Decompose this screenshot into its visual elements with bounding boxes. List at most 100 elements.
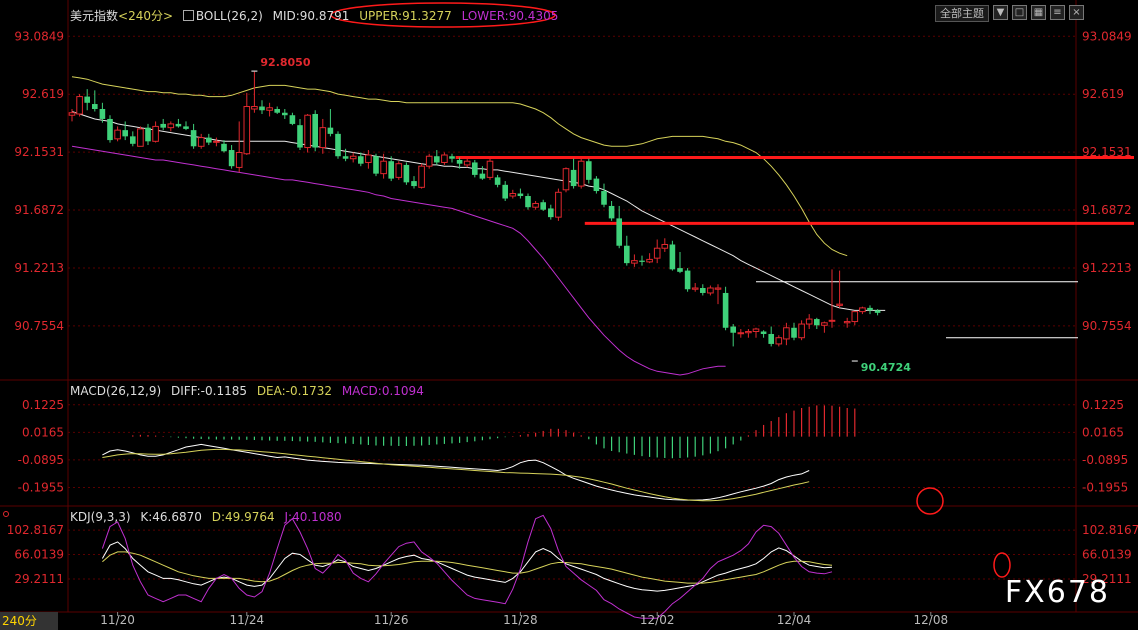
chart-canvas: 93.0849 93.0849 92.619 92.619 92.1531 92.1531… xyxy=(0,0,1138,627)
candle-body-up xyxy=(752,328,760,332)
dea-value: DEA:-0.1732 xyxy=(256,384,332,398)
chevron-down-icon[interactable]: ▼ xyxy=(993,5,1008,20)
x-tick-label: 12/04 xyxy=(777,613,812,627)
candle-body-down xyxy=(274,109,280,113)
theme-button[interactable]: 全部主题 xyxy=(935,5,989,22)
candle-body-up xyxy=(167,123,175,129)
candle-body-up xyxy=(562,168,570,191)
candle-body-up xyxy=(737,332,745,335)
x-tick-label: 11/20 xyxy=(100,613,135,627)
candle-body-down xyxy=(616,218,622,246)
candle-body-down xyxy=(388,161,394,179)
lower-value: LOWER:90.4305 xyxy=(461,9,559,23)
candle-body-down xyxy=(624,245,630,264)
candle-body-down xyxy=(525,196,531,208)
macd-tick-label-left: -0.1955 xyxy=(18,481,64,495)
j-value: J:40.1080 xyxy=(284,510,342,524)
candle-body-up xyxy=(349,155,357,160)
price-tick-label-left: 91.6872 xyxy=(14,203,64,217)
candle-body-down xyxy=(373,156,379,174)
candle-body-up xyxy=(646,258,653,263)
main-header: 美元指数<240分> BOLL(26,2) MID:90.8791 UPPER:… xyxy=(70,7,564,24)
candle-body-down xyxy=(456,159,463,164)
candle-body-down xyxy=(472,162,478,175)
candle-body-up xyxy=(251,106,258,110)
candle-body-up xyxy=(798,323,805,339)
macd-tick-label-right: -0.0895 xyxy=(1082,453,1128,467)
candle-body-up xyxy=(365,154,372,163)
candle-body-up xyxy=(463,160,471,166)
kdj-tick-label-left: 66.0139 xyxy=(14,548,64,562)
candle-body-down xyxy=(730,326,736,333)
diff-value: DIFF:-0.1185 xyxy=(170,384,247,398)
price-tick-label-right: 91.2213 xyxy=(1082,261,1132,275)
candle-body-down xyxy=(517,193,524,197)
candle-body-down xyxy=(760,331,767,334)
candle-body-up xyxy=(745,330,752,334)
macd-tick-label-left: -0.0895 xyxy=(18,453,64,467)
candle-body-up xyxy=(631,260,638,264)
candle-body-down xyxy=(297,125,303,148)
candle-body-down xyxy=(130,136,136,144)
candle-body-down xyxy=(434,156,440,163)
candle-body-down xyxy=(586,161,592,180)
period-tab[interactable]: 240分 xyxy=(0,612,58,630)
kdj-label: KDJ(9,3,3) xyxy=(70,510,131,524)
candle-body-down xyxy=(502,184,508,199)
price-tick-label-left: 90.7554 xyxy=(14,319,64,333)
kdj-tick-label-left: 102.8167 xyxy=(7,523,64,537)
candle-body-up xyxy=(319,127,327,149)
kdj-tick-label-left: 29.2111 xyxy=(14,572,64,586)
candle-body-down xyxy=(228,150,235,167)
candle-body-down xyxy=(84,96,90,103)
macd-tick-label-left: 0.1225 xyxy=(22,398,64,412)
candle-body-up xyxy=(304,114,311,149)
candle-body-down xyxy=(358,156,364,164)
panel-marker-icon xyxy=(3,511,9,517)
candle-body-down xyxy=(312,113,318,148)
candle-body-up xyxy=(68,112,76,116)
price-tick-label-right: 90.7554 xyxy=(1082,319,1132,333)
candle-body-up xyxy=(661,243,669,249)
list-icon[interactable]: ≡ xyxy=(1050,5,1065,20)
candle-body-down xyxy=(259,106,265,111)
candle-body-down xyxy=(99,109,106,119)
grid-icon[interactable]: ▦ xyxy=(1031,5,1046,20)
candle-body-up xyxy=(152,125,159,142)
theme-button-label: 全部主题 xyxy=(940,7,984,20)
candle-body-down xyxy=(874,310,881,313)
candle-body-up xyxy=(836,303,843,306)
macd-tick-label-right: 0.1225 xyxy=(1082,398,1124,412)
candle-body-up xyxy=(805,318,813,325)
candle-body-down xyxy=(494,177,501,185)
price-tick-label-right: 92.1531 xyxy=(1082,145,1132,159)
price-tick-label-left: 91.2213 xyxy=(14,261,64,275)
price-tick-label-right: 91.6872 xyxy=(1082,203,1132,217)
d-value: D:49.9764 xyxy=(211,510,275,524)
candle-body-up xyxy=(76,96,83,115)
mid-value: MID:90.8791 xyxy=(272,9,350,23)
candle-body-up xyxy=(843,321,851,324)
kdj-tick-label-right: 102.8167 xyxy=(1082,523,1138,537)
candle-body-up xyxy=(137,128,144,147)
candle-body-down xyxy=(601,191,607,205)
k-value: K:46.6870 xyxy=(140,510,202,524)
candle-body-up xyxy=(197,137,205,147)
candle-body-down xyxy=(479,173,486,179)
candle-body-down xyxy=(403,164,410,183)
boll-icon xyxy=(182,10,194,21)
candle-body-up xyxy=(425,155,433,167)
candle-body-up xyxy=(707,287,714,294)
candle-body-down xyxy=(206,137,212,143)
close-icon[interactable]: × xyxy=(1069,5,1084,20)
candle-body-down xyxy=(639,260,645,262)
square-icon[interactable]: □ xyxy=(1012,5,1027,20)
macd-label: MACD(26,12,9) xyxy=(70,384,162,398)
candle-body-up xyxy=(775,337,783,345)
macd-tick-label-left: 0.0165 xyxy=(22,425,64,439)
candle-body-down xyxy=(768,333,774,344)
candle-body-down xyxy=(107,118,113,141)
instrument-title: 美元指数 xyxy=(70,9,119,23)
candle-body-up xyxy=(783,327,790,340)
x-tick-label: 11/26 xyxy=(374,613,409,627)
